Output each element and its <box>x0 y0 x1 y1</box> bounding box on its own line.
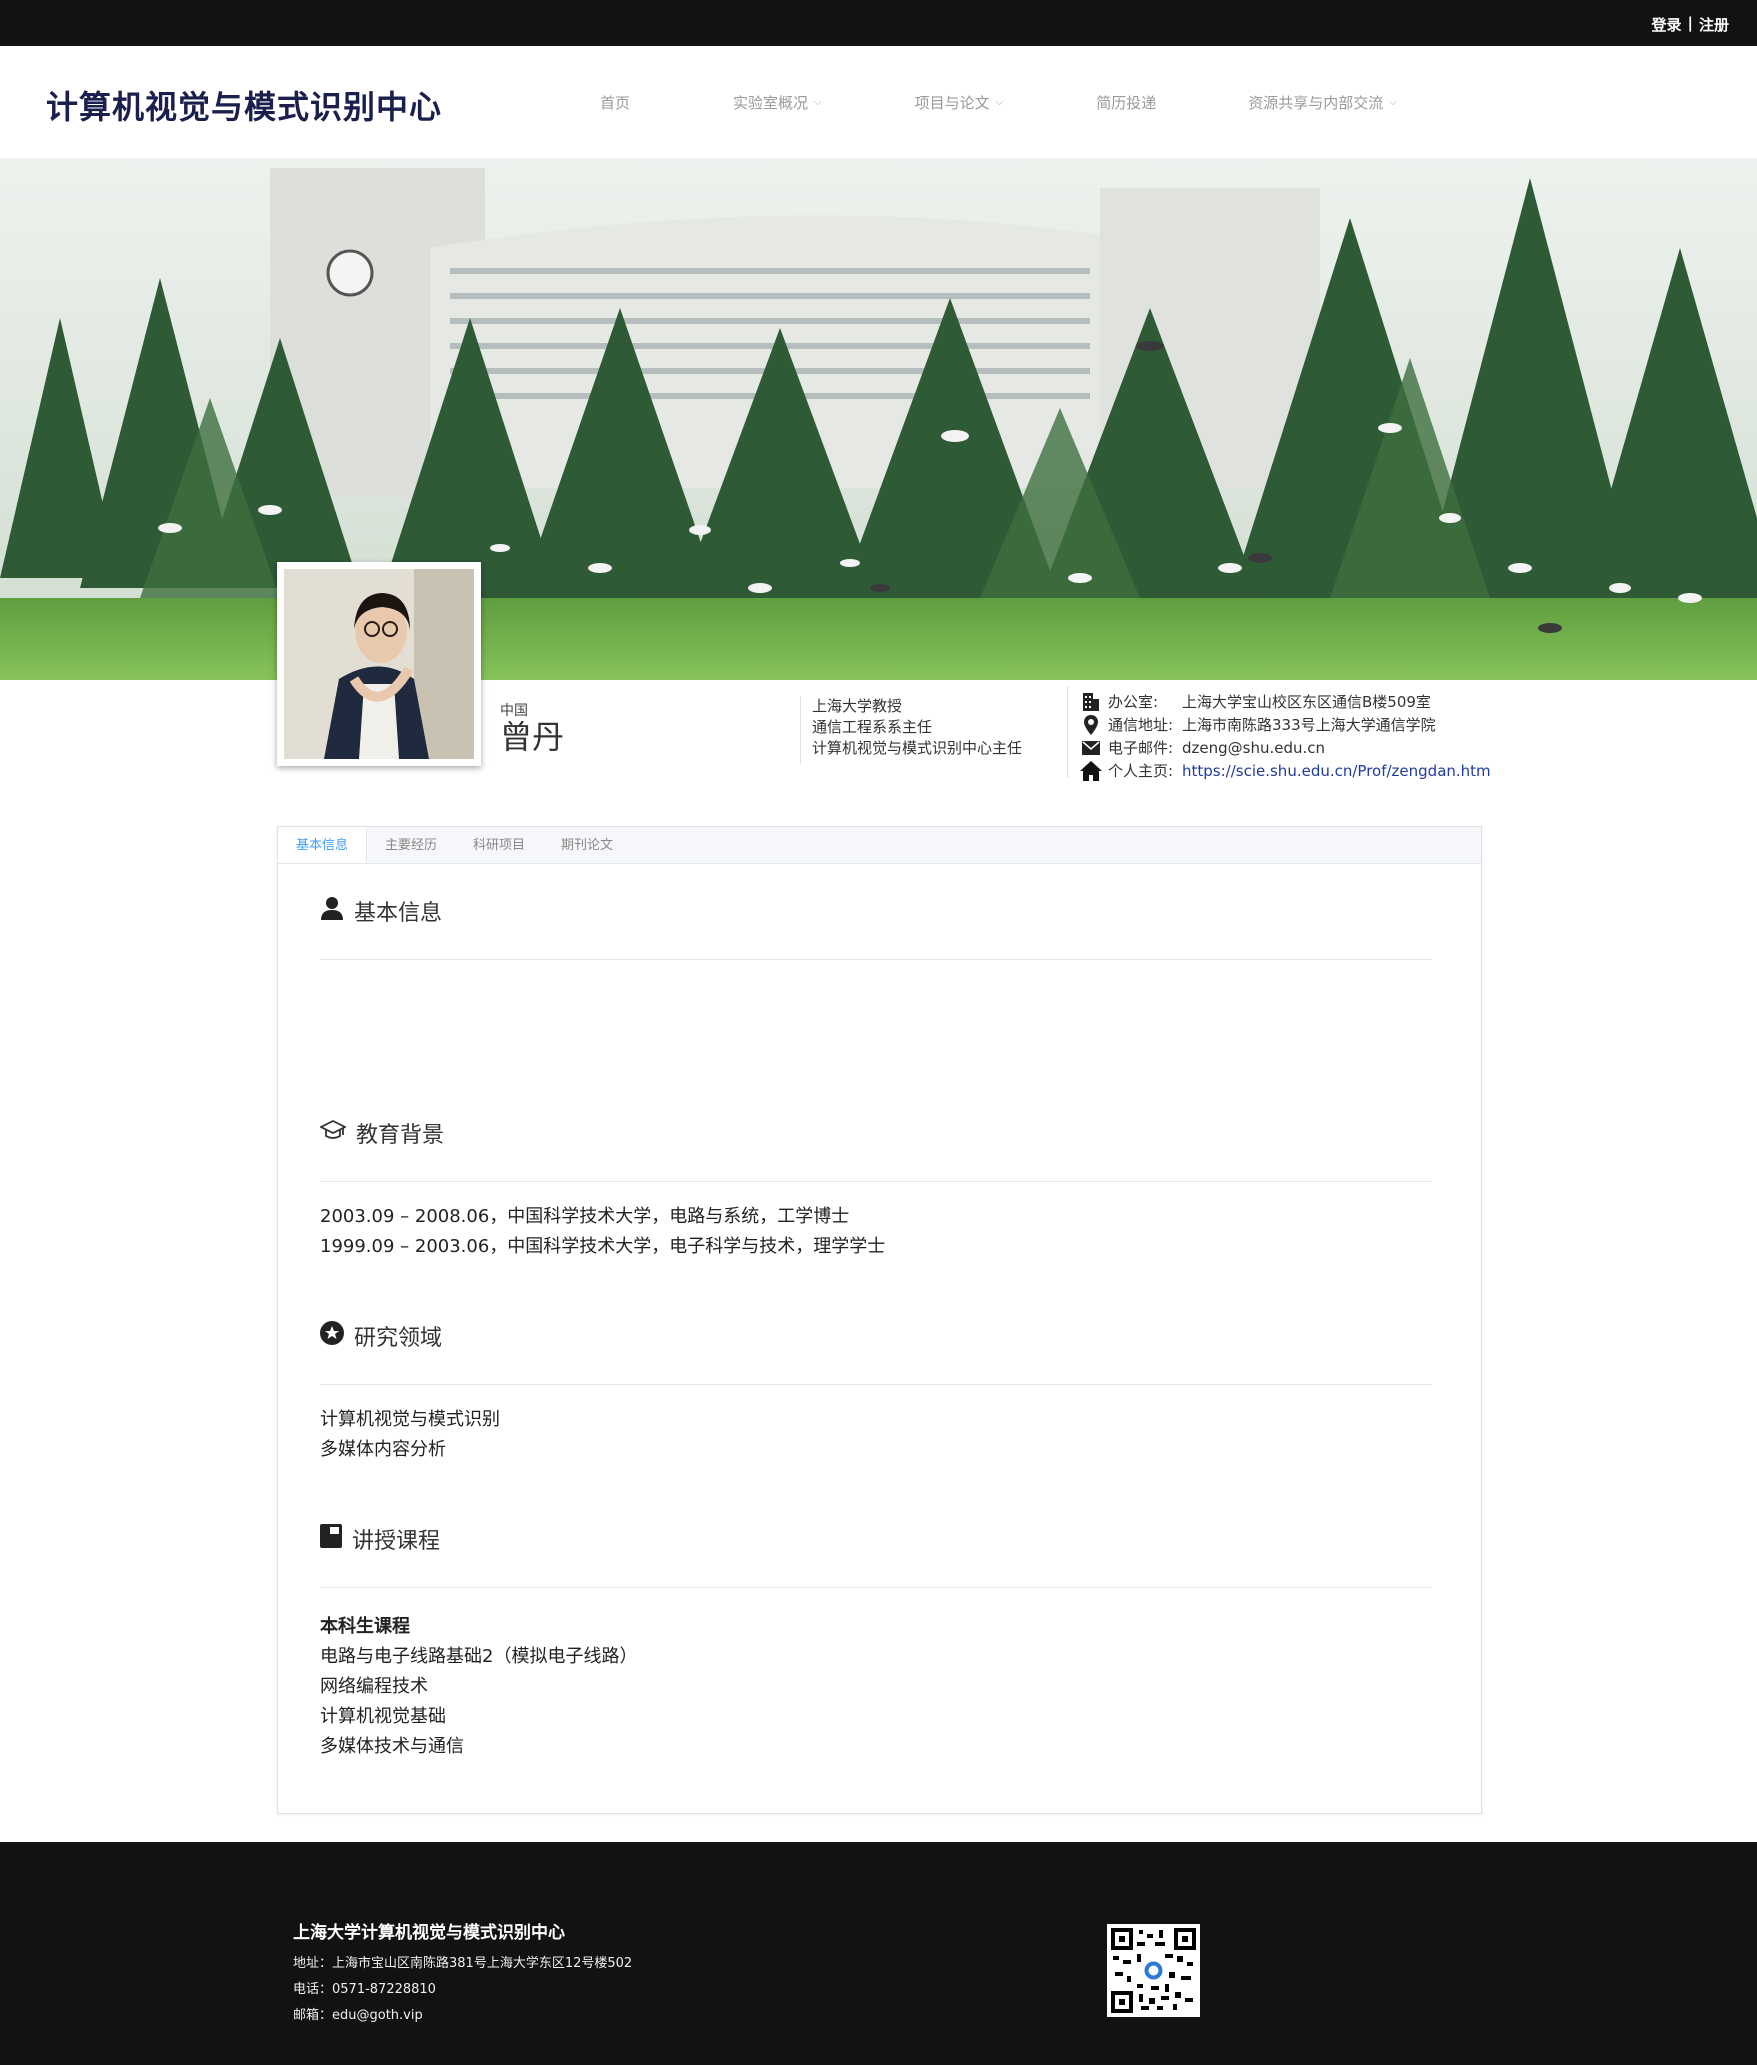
site-header: 计算机视觉与模式识别中心 首页 实验室概况 ⌵ 项目与论文 ⌵ 简历投递 资源共享与… <box>0 46 1757 158</box>
section-divider <box>320 1181 1432 1182</box>
section-heading: 基本信息 <box>320 891 1432 931</box>
star-circle-icon <box>320 1321 344 1351</box>
profile-photo <box>277 562 481 766</box>
envelope-icon <box>1080 738 1102 758</box>
tab-bar: 基本信息 主要经历 科研项目 期刊论文 <box>278 827 1481 864</box>
education-entry: 2003.09 – 2008.06，中国科学技术大学，电路与系统，工学博士 <box>320 1206 850 1227</box>
avatar <box>284 569 474 759</box>
divider <box>800 696 801 764</box>
section-body: 计算机视觉与模式识别 多媒体内容分析 <box>320 1405 1432 1465</box>
job-titles: 上海大学教授 通信工程系系主任 计算机视觉与模式识别中心主任 <box>812 696 1022 759</box>
education-entry: 1999.09 – 2003.06，中国科学技术大学，电子科学与技术，理学学士 <box>320 1236 886 1257</box>
section-research: 研究领域 计算机视觉与模式识别 多媒体内容分析 <box>320 1316 1432 1465</box>
tab-journal-papers[interactable]: 期刊论文 <box>543 827 631 863</box>
section-body: 本科生课程 电路与电子线路基础2（模拟电子线路） 网络编程技术 计算机视觉基础 … <box>320 1612 1432 1762</box>
section-title: 讲授课程 <box>352 1529 441 1554</box>
section-education: 教育背景 2003.09 – 2008.06，中国科学技术大学，电路与系统，工学… <box>318 1113 1432 1262</box>
nav-item-lab-overview[interactable]: 实验室概况 ⌵ <box>733 92 822 113</box>
section-courses: 讲授课程 本科生课程 电路与电子线路基础2（模拟电子线路） 网络编程技术 计算机… <box>320 1519 1432 1762</box>
section-basic-info: 基本信息 <box>320 891 1432 960</box>
section-divider <box>320 1384 1432 1385</box>
person-name: 曾丹 <box>500 718 565 756</box>
divider <box>1067 686 1068 778</box>
graduation-cap-icon <box>318 1119 348 1147</box>
research-field: 多媒体内容分析 <box>320 1439 446 1460</box>
user-icon <box>320 896 344 926</box>
contact-label: 个人主页: <box>1108 762 1174 780</box>
top-bar: 登录 | 注册 <box>0 0 1757 46</box>
job-title: 计算机视觉与模式识别中心主任 <box>812 739 1023 757</box>
contact-label: 办公室: <box>1108 693 1159 711</box>
site-footer: 上海大学计算机视觉与模式识别中心 地址：上海市宝山区南陈路381号上海大学东区1… <box>0 1842 1757 2065</box>
course-item: 网络编程技术 <box>320 1676 428 1697</box>
course-item: 多媒体技术与通信 <box>320 1736 464 1757</box>
auth-links: 登录 | 注册 <box>1651 14 1729 35</box>
section-heading: 教育背景 <box>318 1113 1432 1153</box>
tab-experience[interactable]: 主要经历 <box>367 827 455 863</box>
contact-address: 通信地址: 上海市南陈路333号上海大学通信学院 <box>1080 713 1491 736</box>
chevron-down-icon: ⌵ <box>1389 97 1397 108</box>
section-title: 教育背景 <box>356 1123 445 1148</box>
tab-research-projects[interactable]: 科研项目 <box>455 827 543 863</box>
section-heading: 研究领域 <box>320 1316 1432 1356</box>
section-body: 2003.09 – 2008.06，中国科学技术大学，电路与系统，工学博士 19… <box>320 1202 1432 1262</box>
contact-email: 电子邮件: dzeng@shu.edu.cn <box>1080 736 1491 759</box>
auth-separator: | <box>1687 14 1693 32</box>
contact-homepage: 个人主页: https://scie.shu.edu.cn/Prof/zengd… <box>1080 759 1491 782</box>
footer-phone: 电话：0571-87228810 <box>293 1982 436 1997</box>
nav-item-resume[interactable]: 简历投递 <box>1096 92 1156 113</box>
section-title: 研究领域 <box>354 1326 443 1351</box>
contact-label: 通信地址: <box>1108 716 1174 734</box>
chevron-down-icon: ⌵ <box>995 97 1004 108</box>
contact-value: 上海市南陈路333号上海大学通信学院 <box>1182 716 1436 734</box>
nav-item-projects-papers[interactable]: 项目与论文 ⌵ <box>915 92 1004 113</box>
job-title: 通信工程系系主任 <box>812 718 933 736</box>
tab-basic-info[interactable]: 基本信息 <box>278 827 368 863</box>
register-link[interactable]: 注册 <box>1699 14 1729 35</box>
qr-code <box>1107 1924 1200 2017</box>
contact-value: 上海大学宝山校区东区通信B楼509室 <box>1182 693 1431 711</box>
homepage-link[interactable]: https://scie.shu.edu.cn/Prof/zengdan.htm <box>1182 762 1491 780</box>
course-category: 本科生课程 <box>320 1616 410 1637</box>
building-icon <box>1080 692 1102 712</box>
book-icon <box>320 1524 342 1554</box>
section-divider <box>320 1587 1432 1588</box>
home-icon <box>1080 760 1102 781</box>
course-item: 电路与电子线路基础2（模拟电子线路） <box>320 1646 638 1667</box>
footer-address: 地址：上海市宝山区南陈路381号上海大学东区12号楼502 <box>293 1956 633 1971</box>
section-heading: 讲授课程 <box>320 1519 1432 1559</box>
site-title[interactable]: 计算机视觉与模式识别中心 <box>46 82 442 128</box>
nav-item-resources[interactable]: 资源共享与内部交流 ⌵ <box>1248 92 1397 113</box>
profile-content-card: 基本信息 主要经历 科研项目 期刊论文 基本信息 教育背景 2003.09 – … <box>277 826 1482 1814</box>
main-nav: 首页 实验室概况 ⌵ 项目与论文 ⌵ 简历投递 资源共享与内部交流 ⌵ <box>600 92 1397 113</box>
footer-title: 上海大学计算机视觉与模式识别中心 <box>293 1923 565 1943</box>
section-divider <box>320 959 1432 960</box>
login-link[interactable]: 登录 <box>1651 14 1681 35</box>
nav-item-home[interactable]: 首页 <box>600 92 630 113</box>
chevron-down-icon: ⌵ <box>814 97 822 108</box>
contact-value[interactable]: dzeng@shu.edu.cn <box>1182 739 1325 757</box>
location-pin-icon <box>1080 714 1102 735</box>
section-title: 基本信息 <box>354 901 443 926</box>
contact-label: 电子邮件: <box>1108 739 1174 757</box>
campus-banner-image <box>0 158 1757 680</box>
contact-office: 办公室: 上海大学宝山校区东区通信B楼509室 <box>1080 690 1491 713</box>
contact-info: 办公室: 上海大学宝山校区东区通信B楼509室 通信地址: 上海市南陈路333号… <box>1080 690 1491 782</box>
footer-email: 邮箱：edu@goth.vip <box>293 2008 423 2023</box>
research-field: 计算机视觉与模式识别 <box>320 1409 500 1430</box>
job-title: 上海大学教授 <box>812 697 903 715</box>
course-item: 计算机视觉基础 <box>320 1706 446 1727</box>
